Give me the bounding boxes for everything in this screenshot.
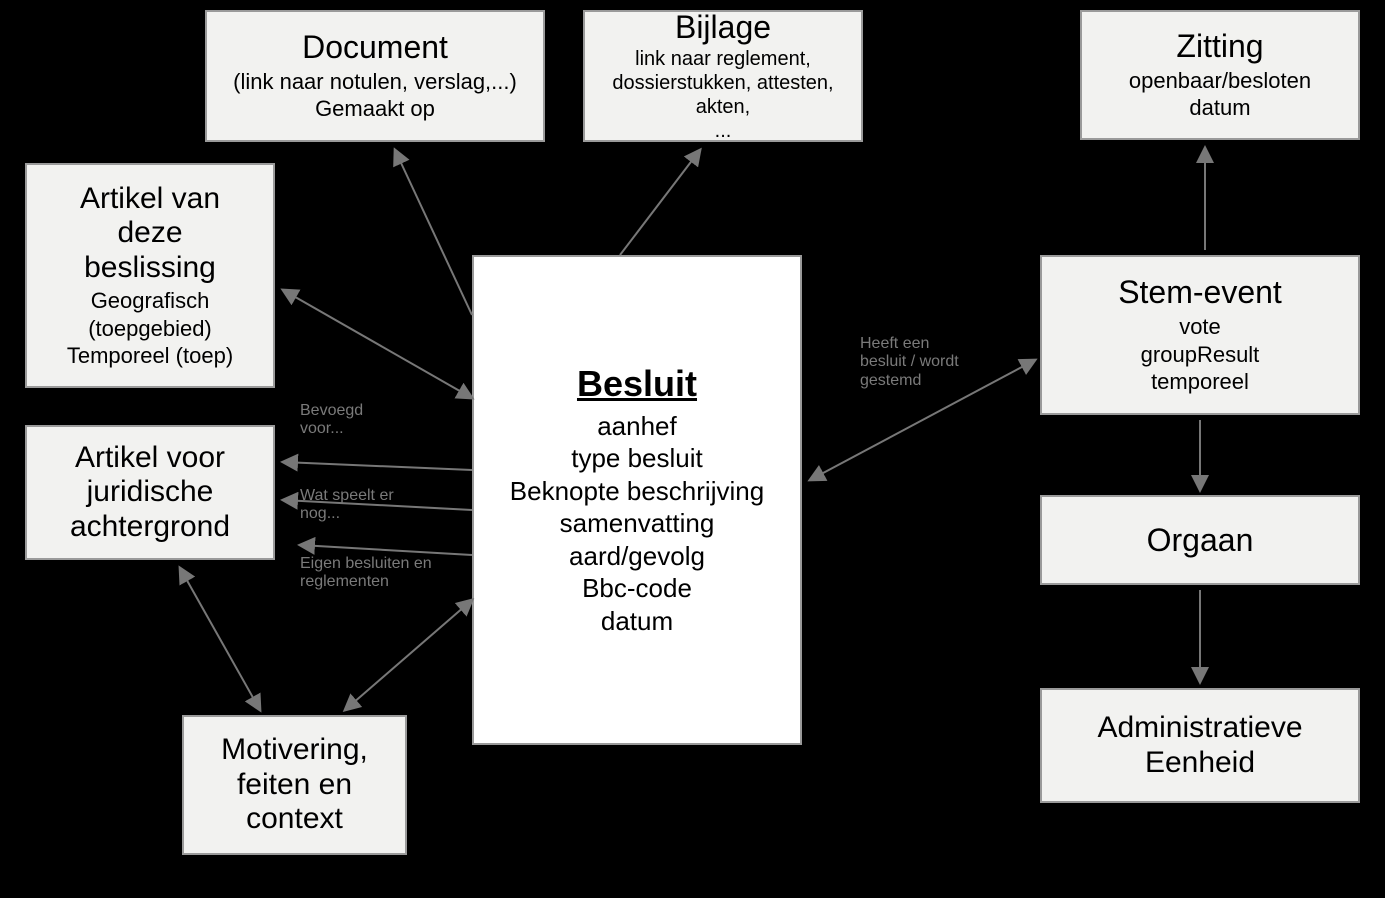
node-title: Artikel voor juridische achtergrond: [70, 441, 230, 545]
node-title: Artikel van deze beslissing: [80, 182, 220, 286]
node-sub: vote groupResult temporeel: [1141, 313, 1260, 396]
edge-label-heeft-besluit: Heeft een besluit / wordt gestemd: [860, 335, 959, 390]
node-sub: link naar reglement, dossierstukken, att…: [591, 47, 855, 143]
node-sub: openbaar/besloten datum: [1129, 67, 1311, 122]
node-title: Bijlage: [675, 9, 771, 46]
node-admin-eenheid: Administratieve Eenheid: [1040, 688, 1360, 803]
node-title: Besluit: [577, 363, 697, 404]
node-artikel-juridisch: Artikel voor juridische achtergrond: [25, 425, 275, 560]
node-title: Stem-event: [1118, 274, 1282, 311]
edge-label-wat-speelt: Wat speelt er nog...: [300, 487, 394, 524]
node-title: Motivering, feiten en context: [221, 733, 368, 837]
node-bijlage: Bijlage link naar reglement, dossierstuk…: [583, 10, 863, 142]
node-title: Orgaan: [1147, 522, 1254, 559]
node-orgaan: Orgaan: [1040, 495, 1360, 585]
node-zitting: Zitting openbaar/besloten datum: [1080, 10, 1360, 140]
node-sub: Geografisch (toepgebied) Temporeel (toep…: [67, 287, 233, 370]
node-sub: (link naar notulen, verslag,...) Gemaakt…: [233, 68, 517, 123]
edge-label-eigen-besluiten: Eigen besluiten en reglementen: [300, 555, 432, 592]
node-motivering: Motivering, feiten en context: [182, 715, 407, 855]
node-title: Document: [302, 29, 448, 66]
node-sub: aanhef type besluit Beknopte beschrijvin…: [510, 410, 764, 638]
node-title: Zitting: [1176, 28, 1263, 65]
node-document: Document (link naar notulen, verslag,...…: [205, 10, 545, 142]
node-besluit: Besluit aanhef type besluit Beknopte bes…: [472, 255, 802, 745]
node-artikel-beslissing: Artikel van deze beslissing Geografisch …: [25, 163, 275, 388]
edge-label-bevoegd: Bevoegd voor...: [300, 402, 363, 439]
node-stem-event: Stem-event vote groupResult temporeel: [1040, 255, 1360, 415]
node-title: Administratieve Eenheid: [1097, 711, 1302, 780]
